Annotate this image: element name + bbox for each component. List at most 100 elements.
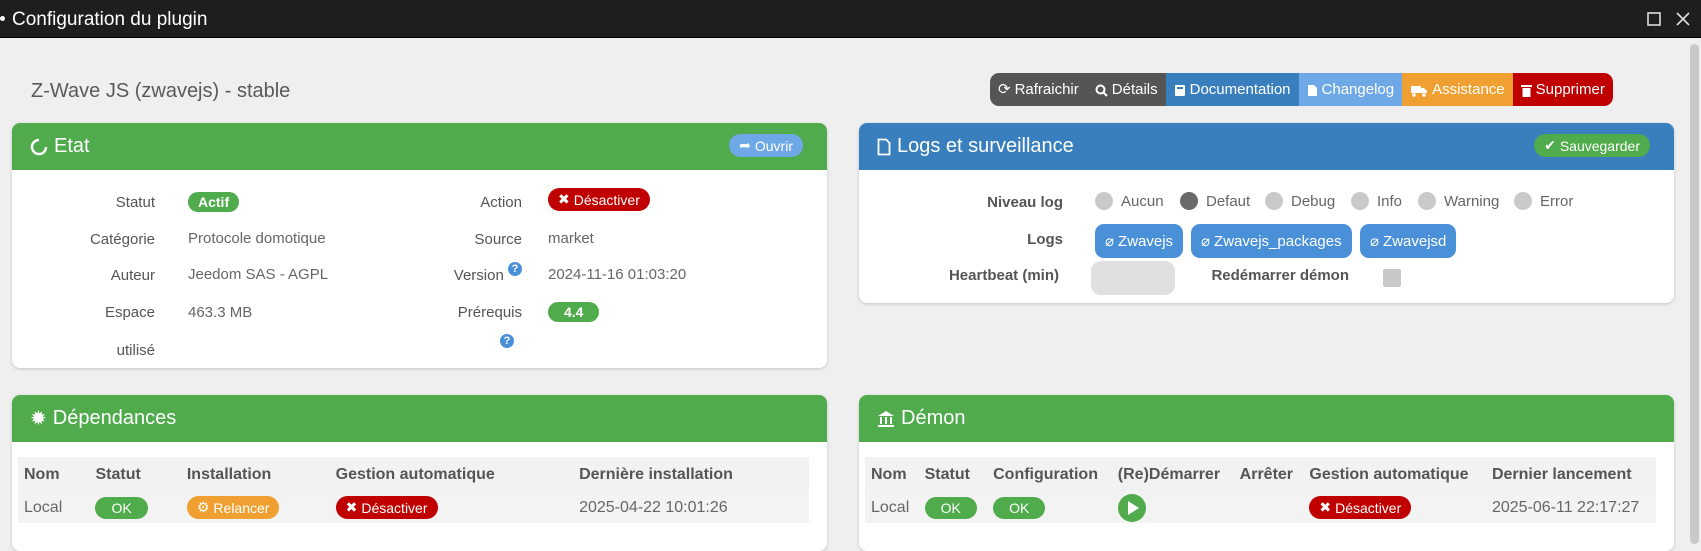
titlebar-dot (0, 16, 5, 21)
action-deactivate-button[interactable]: ✖ Désactiver (548, 188, 650, 211)
paperclip-icon: ⌀ (1105, 233, 1115, 250)
dependances-table: Nom Statut Installation Gestion automati… (18, 457, 809, 523)
col-dernier: Dernier lancement (1485, 457, 1656, 492)
radio-circle[interactable] (1265, 192, 1283, 210)
demon-header: Démon (859, 395, 1674, 442)
file-icon (877, 135, 891, 158)
espace-value: 463.3 MB (188, 304, 253, 321)
plugin-title: Z-Wave JS (zwavejs) - stable (31, 80, 291, 102)
paperclip-icon: ⌀ (1201, 233, 1211, 250)
circle-notch-icon (30, 135, 48, 158)
heartbeat-label: Heartbeat (min) (948, 267, 1059, 284)
restart-daemon-label: Redémarrer démon (1211, 267, 1349, 284)
col-installation: Installation (180, 457, 330, 492)
col-gestion: Gestion automatique (1303, 457, 1486, 492)
open-button[interactable]: ➦ Ouvrir (729, 134, 803, 157)
level-radio-error[interactable]: Error (1514, 192, 1573, 210)
log-button-zwavejs[interactable]: ⌀ Zwavejs (1095, 224, 1184, 258)
level-radio-debug[interactable]: Debug (1265, 192, 1335, 210)
col-configuration: Configuration (987, 457, 1112, 492)
question-icon[interactable]: ? (508, 262, 522, 276)
delete-button[interactable]: Supprimer (1512, 73, 1613, 106)
niveau-log-label: Niveau log (987, 194, 1063, 211)
log-button-zwavejsd[interactable]: ⌀ Zwavejsd (1360, 224, 1457, 258)
changelog-button[interactable]: Changelog (1298, 73, 1403, 106)
radio-circle[interactable] (1351, 192, 1369, 210)
documentation-button[interactable]: Documentation (1165, 73, 1299, 106)
col-nom: Nom (18, 457, 90, 492)
demon-config-badge: OK (993, 496, 1046, 519)
prerequis-question-icon[interactable]: ? (500, 334, 514, 348)
table-header-row: Nom Statut Configuration (Re)Démarrer Ar… (865, 457, 1656, 492)
restart-daemon-button[interactable] (1117, 493, 1146, 522)
demon-title: Démon (901, 407, 966, 429)
refresh-button[interactable]: ⟳ Rafraichir (990, 73, 1087, 106)
col-statut: Statut (918, 457, 988, 492)
window-titlebar: Configuration du plugin (0, 0, 1701, 38)
statut-badge: Actif (188, 192, 240, 212)
table-row: Local OK ⚙ Relancer ✖ Désactiver 2025-04-2… (18, 492, 809, 523)
col-nom: Nom (865, 457, 919, 492)
file-code-icon (1307, 73, 1318, 106)
truck-icon (1410, 73, 1428, 106)
search-icon (1095, 73, 1108, 106)
maximize-icon[interactable] (1645, 9, 1663, 27)
col-derniere: Dernière installation (573, 457, 809, 492)
details-button[interactable]: Détails (1086, 73, 1166, 106)
scrollbar[interactable] (1690, 44, 1699, 544)
source-label: Source (474, 231, 522, 248)
level-radio-warning[interactable]: Warning (1418, 192, 1499, 210)
assistance-button[interactable]: Assistance (1402, 73, 1513, 106)
demon-arreter-cell (1233, 492, 1304, 523)
logs-panel: Logs et surveillance ✔ Sauvegarder Niveau… (859, 123, 1674, 303)
book-icon (1174, 73, 1186, 106)
espace-label-line2: utilisé (116, 342, 155, 359)
radio-circle-selected[interactable] (1180, 192, 1198, 210)
radio-circle[interactable] (1514, 192, 1532, 210)
etat-title: Etat (54, 135, 90, 157)
auteur-value: Jeedom SAS - AGPL (188, 266, 329, 283)
categorie-label: Catégorie (89, 231, 155, 248)
times-circle-icon: ✖ (558, 191, 570, 207)
espace-label-line1: Espace (104, 304, 155, 321)
relancer-button[interactable]: ⚙ Relancer (186, 496, 280, 519)
demon-table: Nom Statut Configuration (Re)Démarrer Ar… (865, 457, 1656, 523)
action-label: Action (480, 194, 522, 211)
level-radio-info[interactable]: Info (1351, 192, 1402, 210)
restart-daemon-checkbox[interactable] (1383, 269, 1401, 287)
col-statut: Statut (89, 457, 181, 492)
dependances-title: Dépendances (52, 407, 177, 429)
level-radio-defaut[interactable]: Defaut (1180, 192, 1250, 210)
statut-label: Statut (115, 194, 155, 211)
radio-circle[interactable] (1095, 192, 1113, 210)
demon-panel: Démon Nom Statut Configuration (Re)Démar… (859, 395, 1674, 551)
bank-icon (877, 407, 895, 430)
save-button[interactable]: ✔ Sauvegarder (1534, 134, 1650, 157)
table-row: Local OK OK ✖ Désactiver 2025-06-11 22:17… (865, 492, 1656, 523)
etat-header: Etat ➦ Ouvrir (12, 123, 827, 170)
prerequis-badge: 4.4 (548, 302, 600, 322)
dep-derniere: 2025-04-22 10:01:26 (573, 492, 809, 523)
col-arreter: Arrêter (1233, 457, 1304, 492)
demon-nom: Local (865, 492, 919, 523)
prerequis-label: Prérequis (457, 304, 522, 321)
heartbeat-input[interactable] (1091, 261, 1175, 295)
share-icon: ➦ (739, 137, 751, 153)
radio-circle[interactable] (1418, 192, 1436, 210)
level-radio-aucun[interactable]: Aucun (1095, 192, 1164, 210)
col-redemarrer: (Re)Démarrer (1111, 457, 1234, 492)
categorie-value: Protocole domotique (188, 230, 326, 247)
logs-title: Logs et surveillance (897, 135, 1074, 157)
log-button-zwavejs-packages[interactable]: ⌀ Zwavejs_packages (1191, 224, 1352, 258)
close-icon[interactable] (1674, 9, 1692, 27)
play-icon (1127, 500, 1139, 515)
times-circle-icon: ✖ (345, 499, 358, 515)
source-value: market (548, 230, 594, 247)
logs-label: Logs (1027, 231, 1063, 248)
paperclip-icon: ⌀ (1370, 233, 1380, 250)
table-header-row: Nom Statut Installation Gestion automati… (18, 457, 809, 492)
demon-deactivate-button[interactable]: ✖ Désactiver (1309, 496, 1412, 519)
dep-deactivate-button[interactable]: ✖ Désactiver (335, 496, 438, 519)
trash-icon (1520, 73, 1532, 106)
times-circle-icon: ✖ (1319, 499, 1332, 515)
